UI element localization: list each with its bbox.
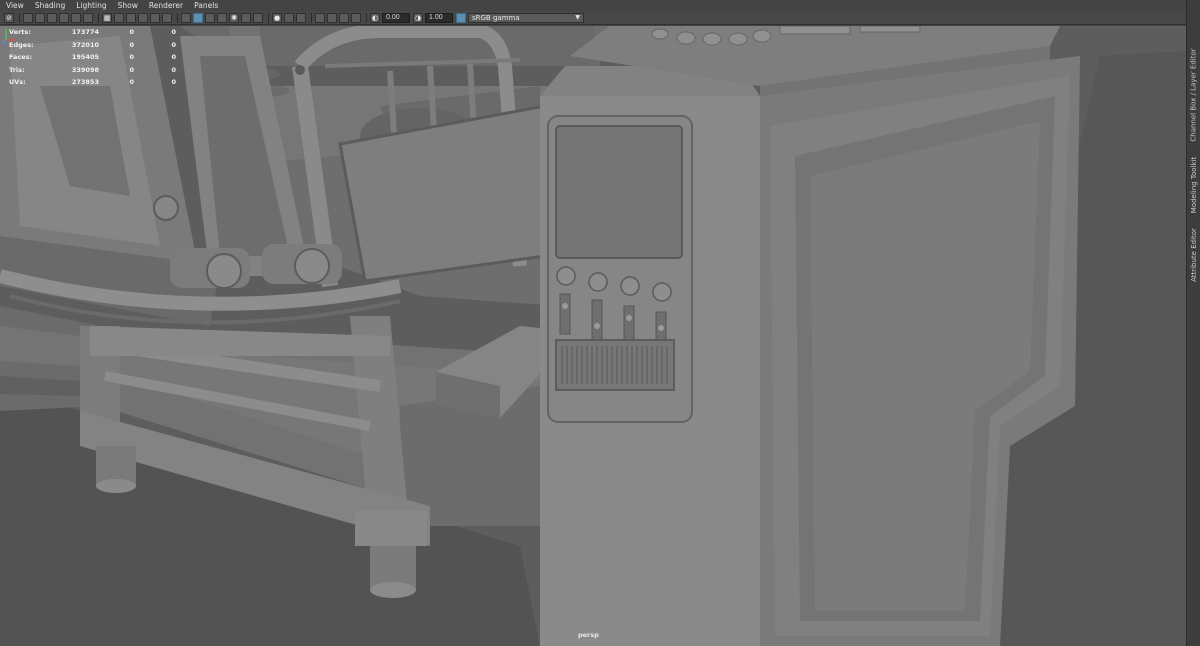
exposure-field[interactable] xyxy=(382,12,410,23)
camera-attributes-icon[interactable] xyxy=(59,12,69,23)
motion-blur-icon[interactable]: ● xyxy=(272,12,282,23)
toolbar-divider xyxy=(268,12,269,23)
bookmark-icon[interactable] xyxy=(35,12,45,23)
viewport-menubar: View Shading Lighting Show Renderer Pane… xyxy=(0,0,1186,11)
image-plane-icon[interactable] xyxy=(47,12,57,23)
gate-mask-icon[interactable] xyxy=(138,12,148,23)
xray-icon[interactable] xyxy=(327,12,337,23)
exposure-icon[interactable]: ◐ xyxy=(370,12,380,23)
hud-value: 0 xyxy=(171,40,176,49)
hud-value: 0 xyxy=(171,78,176,87)
grid-icon[interactable]: ▦ xyxy=(102,12,112,23)
scene-render xyxy=(0,26,1186,646)
tab-label: Modeling Toolkit xyxy=(1190,156,1199,214)
resolution-gate-icon[interactable] xyxy=(126,12,136,23)
menu-view[interactable]: View xyxy=(6,0,24,11)
xray-active-icon[interactable] xyxy=(351,12,361,23)
gamma-field[interactable] xyxy=(425,12,453,23)
hud-row-faces: Faces: 195405 0 0 xyxy=(9,51,176,64)
gamma-icon[interactable]: ◑ xyxy=(413,12,423,23)
toolbar-divider xyxy=(98,12,99,23)
isolate-select-icon[interactable] xyxy=(315,12,325,23)
wireframe-icon[interactable] xyxy=(181,12,191,23)
view-axis-icon xyxy=(1,29,16,45)
toolbar-divider xyxy=(366,12,367,23)
menu-show[interactable]: Show xyxy=(118,0,138,11)
menu-lighting[interactable]: Lighting xyxy=(76,0,106,11)
shadows-icon[interactable] xyxy=(241,12,251,23)
hud-value: 195405 xyxy=(71,53,99,62)
lock-camera-icon[interactable] xyxy=(83,12,93,23)
hud-value: 0 xyxy=(171,65,176,74)
camera-name-label: persp xyxy=(578,631,599,639)
hud-value: 0 xyxy=(129,40,134,49)
viewport-3d[interactable]: Verts: 173774 0 0 Edges: 372010 0 0 Face… xyxy=(0,26,1186,646)
poly-count-hud: Verts: 173774 0 0 Edges: 372010 0 0 Face… xyxy=(9,26,176,89)
hud-value: 0 xyxy=(171,53,176,62)
lights-icon[interactable]: ✺ xyxy=(229,12,239,23)
wireframe-on-shaded-icon[interactable] xyxy=(205,12,215,23)
hud-label: Faces: xyxy=(9,53,33,62)
hud-label: Tris: xyxy=(9,65,25,74)
tab-channel-box[interactable]: Channel Box / Layer Editor xyxy=(1187,40,1200,150)
toolbar-divider xyxy=(177,12,178,23)
menu-shading[interactable]: Shading xyxy=(35,0,65,11)
tab-attribute-editor[interactable]: Attribute Editor xyxy=(1187,220,1200,290)
hud-value: 372010 xyxy=(71,40,99,49)
film-gate-icon[interactable] xyxy=(114,12,124,23)
toolbar-divider xyxy=(19,12,20,23)
smooth-shade-icon[interactable] xyxy=(193,12,203,23)
field-chart-icon[interactable] xyxy=(150,12,160,23)
toolbar-divider xyxy=(311,12,312,23)
hud-value: 0 xyxy=(171,28,176,37)
right-dock-tabs: Channel Box / Layer Editor Modeling Tool… xyxy=(1186,0,1200,646)
hud-value: 273853 xyxy=(71,78,99,87)
hud-value: 339098 xyxy=(71,65,99,74)
hud-value: 0 xyxy=(129,53,134,62)
hud-row-verts: Verts: 173774 0 0 xyxy=(9,26,176,39)
menu-panels[interactable]: Panels xyxy=(194,0,218,11)
hud-label: UVs: xyxy=(9,78,26,87)
xray-joints-icon[interactable] xyxy=(339,12,349,23)
hud-row-uvs: UVs: 273853 0 0 xyxy=(9,76,176,89)
color-management-icon[interactable] xyxy=(456,12,466,23)
hud-row-edges: Edges: 372010 0 0 xyxy=(9,39,176,52)
hud-row-tris: Tris: 339098 0 0 xyxy=(9,64,176,77)
hud-value: 173774 xyxy=(71,28,99,37)
hud-value: 0 xyxy=(129,65,134,74)
safe-action-icon[interactable] xyxy=(162,12,172,23)
depth-of-field-icon[interactable] xyxy=(296,12,306,23)
view-transform-dropdown[interactable]: sRGB gamma ▼ xyxy=(468,12,584,23)
camera-icon[interactable] xyxy=(23,12,33,23)
antialias-icon[interactable] xyxy=(284,12,294,23)
no-icon[interactable]: ⊘ xyxy=(4,12,14,23)
hud-value: 0 xyxy=(129,28,134,37)
chevron-down-icon: ▼ xyxy=(575,13,580,21)
textured-icon[interactable] xyxy=(217,12,227,23)
tab-label: Attribute Editor xyxy=(1190,228,1199,282)
tab-modeling-toolkit[interactable]: Modeling Toolkit xyxy=(1187,150,1200,220)
menu-renderer[interactable]: Renderer xyxy=(149,0,183,11)
tab-label: Channel Box / Layer Editor xyxy=(1190,48,1198,142)
camera-bookmark-icon[interactable] xyxy=(71,12,81,23)
view-transform-value: sRGB gamma xyxy=(472,13,520,22)
ambient-occlusion-icon[interactable] xyxy=(253,12,263,23)
viewport-toolbar: ⊘ ▦ ✺ ● ◐ ◑ sRGB gamma ▼ xyxy=(0,11,1186,25)
hud-value: 0 xyxy=(129,78,134,87)
